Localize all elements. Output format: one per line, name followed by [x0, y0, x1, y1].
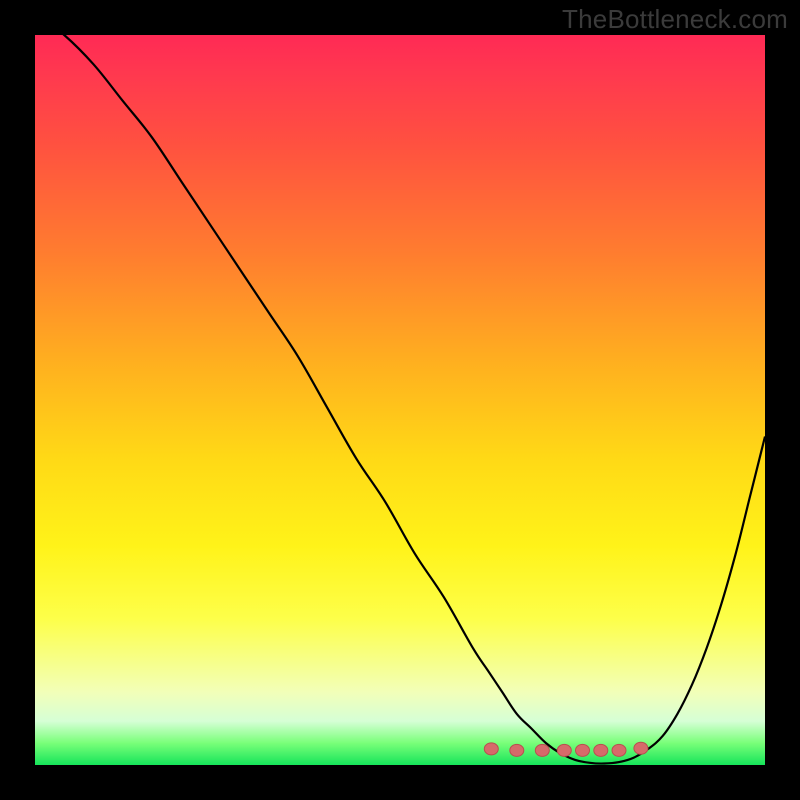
watermark-text: TheBottleneck.com	[562, 4, 788, 35]
curve-svg	[35, 35, 765, 765]
optimum-marker	[535, 744, 549, 756]
bottleneck-curve	[35, 13, 765, 763]
optimum-marker	[612, 744, 626, 756]
optimum-marker	[557, 744, 571, 756]
marker-group	[484, 742, 648, 756]
optimum-marker	[634, 742, 648, 754]
optimum-marker	[576, 744, 590, 756]
plot-area	[35, 35, 765, 765]
optimum-marker	[510, 744, 524, 756]
optimum-marker	[594, 744, 608, 756]
chart-frame: TheBottleneck.com	[0, 0, 800, 800]
optimum-marker	[484, 743, 498, 755]
